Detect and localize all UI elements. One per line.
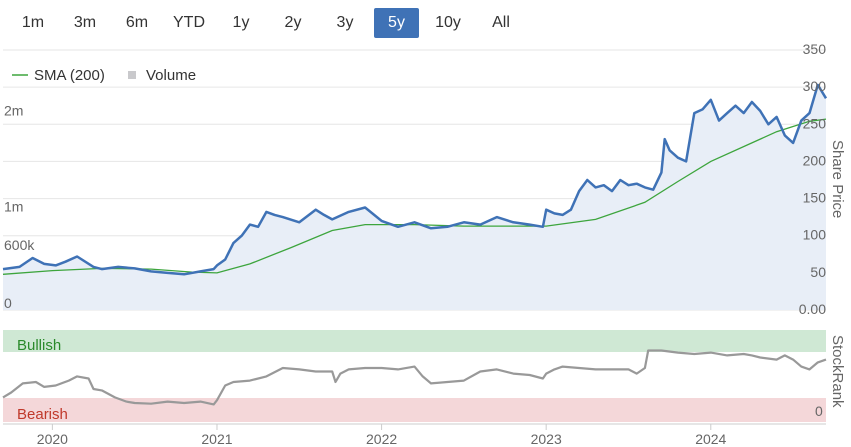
- x-axis-tick-0: 2020: [37, 431, 68, 447]
- stock-chart: SMA (200) Volume 350 300 250 200 150 100 50 0.0…: [2, 41, 846, 447]
- x-axis-tick-4: 2024: [695, 431, 726, 447]
- legend-sma-label[interactable]: SMA (200): [34, 67, 105, 84]
- stockrank-axis-title: StockRank: [829, 335, 846, 408]
- volume-axis-tick-1: 1m: [4, 199, 23, 215]
- legend-volume-label[interactable]: Volume: [146, 67, 196, 84]
- volume-axis-tick-3: 0: [4, 295, 12, 311]
- price-axis-tick-2: 250: [803, 115, 827, 131]
- volume-axis-tick-0: 2m: [4, 102, 23, 118]
- volume-axis-tick-2: 600k: [4, 237, 35, 253]
- chart-legend[interactable]: SMA (200) Volume: [12, 67, 196, 84]
- price-axis-tick-4: 150: [803, 190, 827, 206]
- price-axis-tick-3: 200: [803, 152, 827, 168]
- price-axis-title: Share Price: [829, 140, 846, 218]
- bullish-label: Bullish: [17, 337, 61, 354]
- legend-volume-swatch: [128, 71, 136, 79]
- stockrank-axis-tick-0: 0: [815, 403, 823, 419]
- bearish-label: Bearish: [17, 406, 68, 423]
- price-axis-tick-7: 0.00: [799, 301, 826, 317]
- stockrank-line: [2, 349, 827, 406]
- x-axis-tick-3: 2023: [531, 431, 562, 447]
- x-axis-ticks: 2020 2021 2022 2023 2024: [37, 424, 727, 447]
- price-area-fill: [3, 84, 826, 311]
- price-axis-tick-6: 50: [810, 264, 826, 280]
- price-axis-tick-0: 350: [803, 41, 827, 57]
- bullish-band: [3, 330, 826, 352]
- x-axis-tick-1: 2021: [201, 431, 232, 447]
- price-axis-tick-1: 300: [803, 78, 827, 94]
- x-axis-tick-2: 2022: [366, 431, 397, 447]
- price-axis-tick-5: 100: [803, 227, 827, 243]
